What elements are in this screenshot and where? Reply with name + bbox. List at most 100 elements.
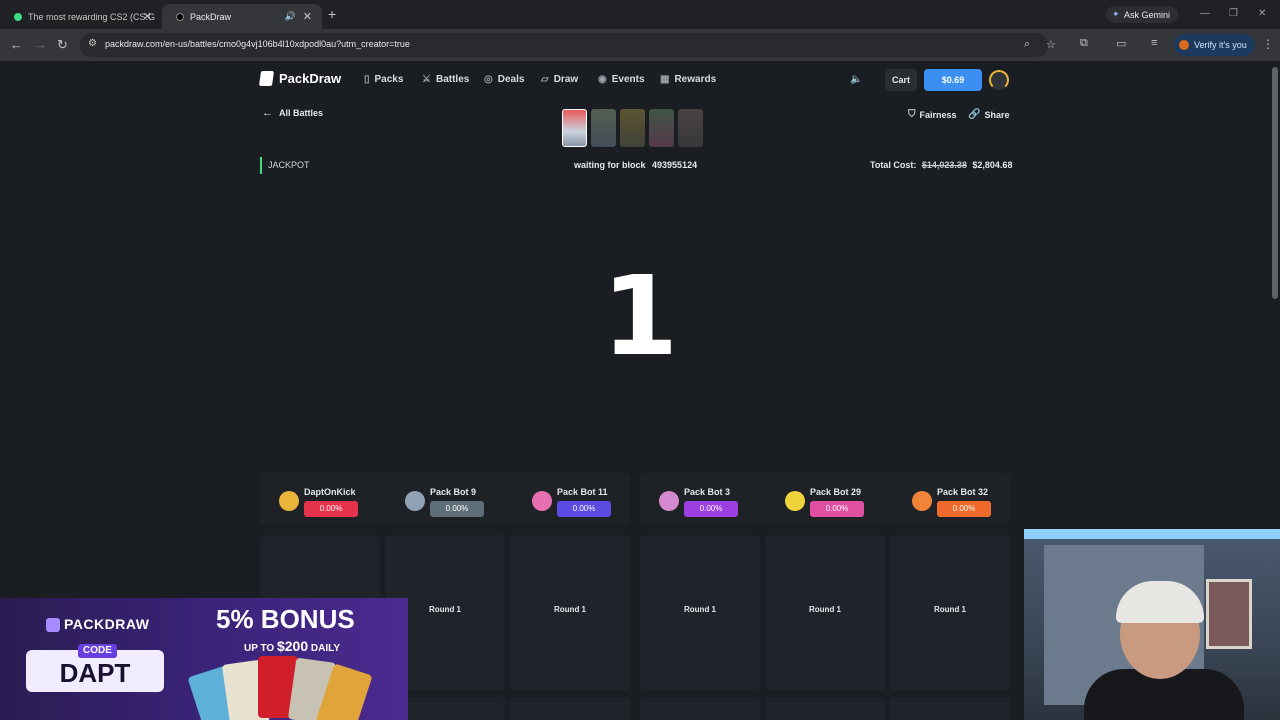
player-avatar <box>912 491 932 511</box>
player-name: DaptOnKick <box>304 487 356 497</box>
user-avatar[interactable] <box>989 70 1009 90</box>
player-slot[interactable]: DaptOnKick 0.00% <box>279 487 399 517</box>
round-label: Round 1 <box>684 605 716 614</box>
round-label: Round 1 <box>934 605 966 614</box>
tab-title: The most rewarding CS2 (CS:G <box>28 11 156 22</box>
promo-daily-prefix: UP TO <box>244 643 275 654</box>
wall-frame <box>1206 579 1252 649</box>
logo-text: PackDraw <box>279 71 342 86</box>
block-status: waiting for block 493955124 <box>574 160 697 170</box>
nav-packs[interactable]: ▯ Packs <box>364 74 403 85</box>
deals-icon: ◎ <box>484 74 493 85</box>
cart-button[interactable]: Cart <box>885 69 917 91</box>
player-slot[interactable]: Pack Bot 29 0.00% <box>785 487 905 517</box>
player-avatar <box>279 491 299 511</box>
player-slot[interactable]: Pack Bot 9 0.00% <box>405 487 525 517</box>
player-avatar <box>532 491 552 511</box>
nav-battles[interactable]: ⚔ Battles <box>422 74 469 85</box>
site-logo[interactable]: PackDraw <box>258 71 342 86</box>
round-card <box>765 697 885 720</box>
nav-rewards[interactable]: ▦ Rewards <box>660 74 716 85</box>
waiting-label: waiting for block <box>574 160 646 170</box>
player-win-chance: 0.00% <box>684 501 738 517</box>
nav-events[interactable]: ◉ Events <box>598 74 645 85</box>
browser-toolbar: ← → ↻ ⚙ packdraw.com/en-us/battles/cmo0g… <box>0 29 1280 61</box>
close-tab-icon[interactable]: ✕ <box>143 10 152 23</box>
verify-profile-button[interactable]: Verify it's you <box>1174 34 1255 56</box>
nav-deals[interactable]: ◎ Deals <box>484 74 524 85</box>
nav-label: Draw <box>553 74 579 85</box>
block-number: 493955124 <box>652 160 698 170</box>
promo-code-label: CODE <box>78 644 117 658</box>
back-arrow-icon[interactable]: ← <box>10 37 23 52</box>
url-text[interactable]: packdraw.com/en-us/battles/cmo0g4vj106b4… <box>105 39 410 49</box>
reload-icon[interactable]: ↻ <box>57 37 68 53</box>
site-info-icon[interactable]: ⚙ <box>88 38 97 49</box>
round-card: Round 1 <box>890 535 1010 690</box>
browser-tab-active[interactable]: PackDraw 🔊 ✕ <box>162 4 322 29</box>
player-slot[interactable]: Pack Bot 11 0.00% <box>532 487 652 517</box>
player-slot[interactable]: Pack Bot 32 0.00% <box>912 487 1032 517</box>
all-battles-link[interactable]: ← All Battles <box>262 107 323 119</box>
balance-button[interactable]: $0.69 <box>924 69 982 91</box>
profile-avatar <box>1179 40 1189 50</box>
volume-icon[interactable]: 🔈 <box>850 74 862 85</box>
minimize-icon[interactable]: — <box>1200 8 1210 19</box>
player-win-chance: 0.00% <box>557 501 611 517</box>
nav-label: Deals <box>497 74 525 85</box>
verify-label: Verify it's you <box>1194 40 1247 50</box>
round-card <box>510 697 630 720</box>
player-name: Pack Bot 9 <box>430 487 477 497</box>
side-panel-icon[interactable]: ▭ <box>1116 37 1126 50</box>
close-tab-icon[interactable]: ✕ <box>303 10 312 23</box>
extensions-icon[interactable]: ⧉ <box>1080 37 1088 50</box>
promo-daily-suffix: DAILY <box>310 643 341 654</box>
battle-mode-badge: JACKPOT <box>260 157 310 174</box>
nav-label: Packs <box>374 74 404 85</box>
player-win-chance: 0.00% <box>810 501 864 517</box>
promo-daily-amount: $200 <box>276 638 309 654</box>
speaker-icon[interactable]: 🔊 <box>285 11 296 22</box>
restore-icon[interactable]: ❐ <box>1229 8 1238 19</box>
site-header: PackDraw ▯ Packs ⚔ Battles ◎ Deals ▱ Dra… <box>0 61 1270 101</box>
page-scrollbar[interactable] <box>1272 67 1278 299</box>
nav-label: Rewards <box>674 74 717 85</box>
share-button[interactable]: 🔗 Share <box>968 109 1009 120</box>
total-cost-original: $14,023.38 <box>921 160 967 170</box>
pack-thumbnail[interactable] <box>620 109 645 147</box>
player-name: Pack Bot 29 <box>810 487 862 497</box>
menu-kebab-icon[interactable]: ⋮ <box>1262 37 1274 51</box>
round-card: Round 1 <box>765 535 885 690</box>
promo-pack-images <box>187 656 376 720</box>
fairness-button[interactable]: ⛉ Fairness <box>908 109 957 120</box>
ask-gemini-button[interactable]: ✦ Ask Gemini <box>1106 6 1179 23</box>
pack-thumbnail[interactable] <box>649 109 674 147</box>
round-card: Round 1 <box>510 535 630 690</box>
promo-daily: UP TO $200 DAILY <box>244 638 340 654</box>
promo-code: DAPT <box>59 658 131 688</box>
nav-draw[interactable]: ▱ Draw <box>541 74 578 85</box>
media-control-icon[interactable]: ≡ <box>1151 37 1157 49</box>
forward-arrow-icon[interactable]: → <box>34 37 47 52</box>
player-win-chance: 0.00% <box>430 501 484 517</box>
nav-label: Events <box>611 74 645 85</box>
players-row: DaptOnKick 0.00% Pack Bot 9 0.00% Pack B… <box>260 473 1010 525</box>
promo-banner-overlay: PACKDRAW CODE DAPT 5% BONUS UP TO $200 D… <box>0 598 408 720</box>
swords-icon: ⚔ <box>422 74 431 85</box>
address-bar[interactable]: ⚙ packdraw.com/en-us/battles/cmo0g4vj106… <box>80 33 1056 57</box>
player-slot[interactable]: Pack Bot 3 0.00% <box>659 487 779 517</box>
close-window-icon[interactable]: ✕ <box>1258 8 1266 19</box>
zoom-icon[interactable]: ⌕ <box>1024 38 1030 51</box>
browser-tab[interactable]: The most rewarding CS2 (CS:G ✕ <box>0 4 162 29</box>
new-tab-button[interactable]: + <box>328 6 336 22</box>
bookmark-star-icon[interactable]: ☆ <box>1046 38 1056 51</box>
pack-thumbnail[interactable] <box>562 109 587 147</box>
tab-favicon-icon <box>14 12 22 21</box>
promo-logo: PACKDRAW <box>46 616 149 633</box>
pack-thumbnail[interactable] <box>591 109 616 147</box>
countdown-number: 1 <box>601 252 679 380</box>
pack-thumbnail[interactable] <box>678 109 703 147</box>
led-light <box>1024 529 1280 539</box>
all-battles-label: All Battles <box>279 108 324 118</box>
round-label: Round 1 <box>809 605 841 614</box>
